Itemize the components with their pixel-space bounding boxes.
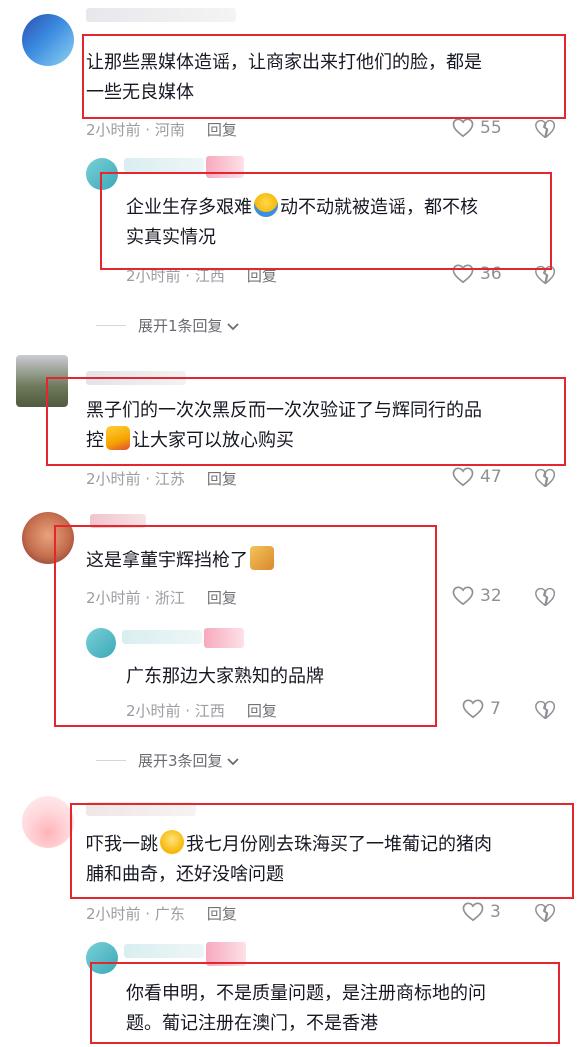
username-blurred[interactable]: [90, 514, 146, 528]
like-count: 3: [490, 902, 501, 922]
username-blurred: [206, 942, 246, 966]
avatar[interactable]: [22, 512, 74, 564]
comment-text: 这是拿董宇辉挡枪了: [86, 546, 276, 576]
username-blurred: [204, 628, 244, 648]
comment-text: 让那些黑媒体造谣，让商家出来打他们的脸，都是 一些无良媒体: [86, 52, 482, 103]
chevron-down-icon: [226, 322, 239, 330]
expand-replies-button[interactable]: 展开3条回复: [96, 750, 240, 771]
like-button[interactable]: 47: [452, 467, 502, 487]
divider: [96, 760, 126, 761]
reply-button[interactable]: 回复: [207, 121, 237, 139]
avatar[interactable]: [22, 14, 74, 66]
reply-button[interactable]: 回复: [247, 702, 277, 720]
avatar[interactable]: [86, 158, 118, 190]
username-blurred: [206, 156, 244, 178]
like-count: 47: [480, 467, 502, 487]
expand-replies-button[interactable]: 展开1条回复: [96, 315, 240, 336]
heart-outline-icon: [462, 699, 484, 719]
username-blurred[interactable]: [122, 630, 202, 644]
username-blurred[interactable]: [124, 158, 204, 172]
expand-label: 展开3条回复: [138, 752, 223, 770]
dislike-icon[interactable]: [534, 264, 556, 286]
heart-outline-icon: [452, 264, 474, 284]
username-blurred[interactable]: [86, 371, 186, 385]
reply-button[interactable]: 回复: [207, 470, 237, 488]
username-blurred[interactable]: [124, 944, 204, 958]
comment-meta: 2小时前 · 河南 回复: [86, 121, 237, 139]
like-count: 55: [480, 118, 502, 138]
comment-meta: 2小时前 · 浙江 回复: [86, 589, 237, 607]
dislike-icon[interactable]: [534, 699, 556, 721]
dislike-icon[interactable]: [534, 467, 556, 489]
heart-outline-icon: [452, 118, 474, 138]
expand-label: 展开1条回复: [138, 317, 223, 335]
cat-emoji: [250, 546, 274, 570]
comment-text: 企业生存多艰难 动不动就被造谣，都不核 实真实情况: [126, 193, 478, 253]
like-button[interactable]: 55: [452, 118, 502, 138]
comment-text: 黑子们的一次次黑反而一次次验证了与辉同行的品控让大家可以放心购买: [86, 400, 482, 451]
like-count: 7: [490, 699, 501, 719]
comment-meta: 2小时前 · 江西 回复: [126, 702, 277, 720]
like-count: 36: [480, 264, 502, 284]
comment-text: 你看申明，不是质量问题，是注册商标地的问 题。葡记注册在澳门，不是香港: [126, 983, 486, 1034]
comment-meta: 2小时前 · 江西 回复: [126, 267, 277, 285]
avatar[interactable]: [22, 796, 74, 848]
username-blurred[interactable]: [86, 8, 236, 22]
heart-outline-icon: [452, 467, 474, 487]
dislike-icon[interactable]: [534, 118, 556, 140]
thumbs-up-emoji: [106, 426, 130, 450]
laughing-emoji: [254, 193, 278, 217]
comment-text: 广东那边大家熟知的品牌: [126, 666, 324, 687]
chevron-down-icon: [226, 757, 239, 765]
heart-outline-icon: [462, 902, 484, 922]
heart-outline-icon: [452, 586, 474, 606]
like-button[interactable]: 32: [452, 586, 502, 606]
dislike-icon[interactable]: [534, 902, 556, 924]
worried-emoji: [160, 830, 184, 854]
dislike-icon[interactable]: [534, 586, 556, 608]
reply-button[interactable]: 回复: [207, 905, 237, 923]
avatar[interactable]: [86, 942, 118, 974]
divider: [96, 325, 126, 326]
comment-meta: 2小时前 · 广东 回复: [86, 905, 237, 923]
comment-text: 吓我一跳 我七月份刚去珠海买了一堆葡记的猪肉 脯和曲奇，还好没啥问题: [86, 830, 492, 890]
avatar[interactable]: [16, 355, 68, 407]
username-blurred[interactable]: [86, 802, 196, 816]
like-count: 32: [480, 586, 502, 606]
like-button[interactable]: 3: [462, 902, 501, 922]
reply-button[interactable]: 回复: [247, 267, 277, 285]
like-button[interactable]: 36: [452, 264, 502, 284]
reply-button[interactable]: 回复: [207, 589, 237, 607]
comment-meta: 2小时前 · 江苏 回复: [86, 470, 237, 488]
avatar[interactable]: [86, 628, 116, 658]
like-button[interactable]: 7: [462, 699, 501, 719]
